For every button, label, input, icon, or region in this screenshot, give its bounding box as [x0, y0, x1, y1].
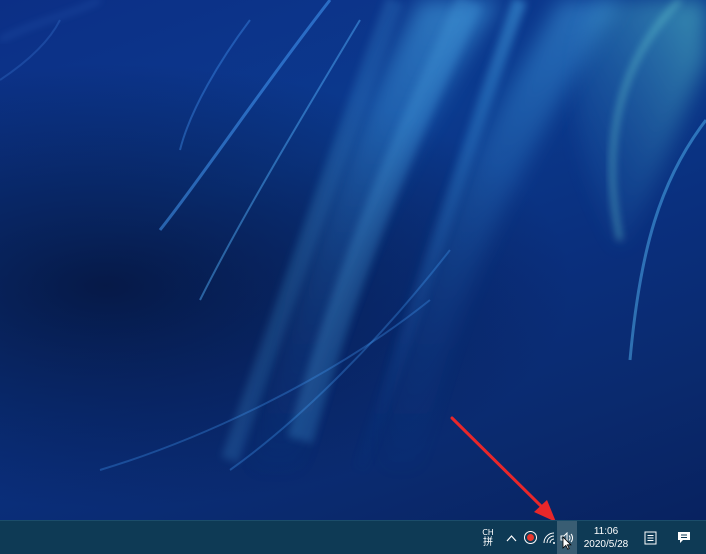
chevron-up-icon[interactable] [503, 521, 519, 554]
input-method-indicator[interactable]: CH 拼 [478, 521, 498, 554]
notes-icon[interactable] [640, 521, 660, 554]
taskbar: CH 拼 11:06 2020/5/28 [0, 520, 706, 554]
desktop-background [0, 0, 706, 520]
volume-icon[interactable] [557, 521, 577, 554]
screen-record-icon[interactable] [521, 521, 539, 554]
ime-language-label: CH [482, 527, 494, 537]
action-center-icon[interactable] [674, 521, 694, 554]
ime-mode-label: 拼 [483, 536, 493, 548]
wallpaper-light-streaks [0, 0, 706, 473]
clock-time: 11:06 [593, 525, 619, 537]
clock-date: 2020/5/28 [583, 538, 629, 550]
system-clock[interactable]: 11:06 2020/5/28 [578, 521, 634, 554]
